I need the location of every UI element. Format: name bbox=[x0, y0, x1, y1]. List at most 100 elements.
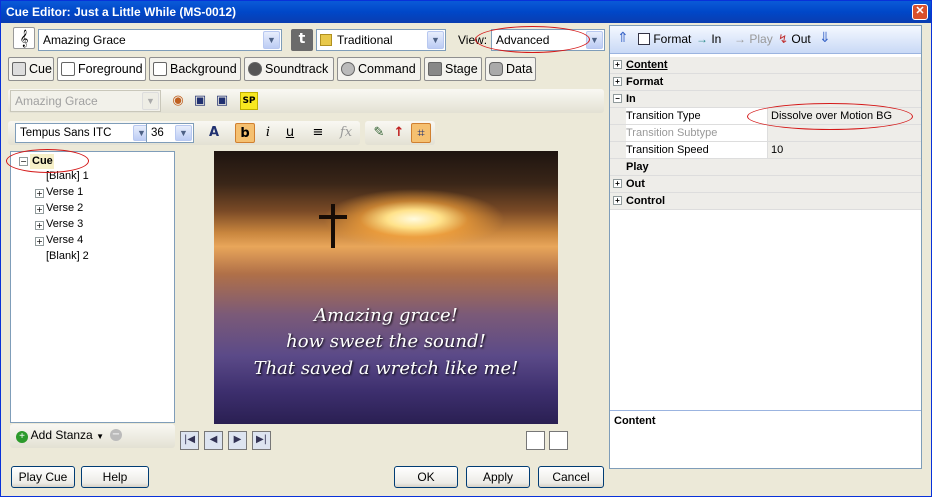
font-select[interactable]: Tempus Sans ITC ▼ bbox=[15, 123, 152, 143]
view-select[interactable]: Advanced ▼ bbox=[491, 29, 605, 51]
chevron-down-icon[interactable]: ▼ bbox=[263, 31, 280, 49]
expand-icon[interactable]: + bbox=[35, 189, 44, 198]
palette-icon[interactable]: ◉ bbox=[168, 91, 188, 111]
prop-category-play[interactable]: Play bbox=[610, 159, 921, 176]
tab-label: Data bbox=[506, 62, 533, 76]
ok-label: OK bbox=[417, 470, 435, 484]
add-icon: + bbox=[16, 431, 28, 443]
help-button[interactable]: Help bbox=[81, 466, 149, 488]
prop-name-label: Transition Type bbox=[626, 110, 701, 122]
prop-category-control[interactable]: + Control bbox=[610, 193, 921, 210]
prop-category-label: Control bbox=[626, 195, 666, 207]
in-button[interactable]: → In bbox=[696, 32, 721, 46]
prop-transition-speed[interactable]: Transition Speed 10 bbox=[610, 142, 921, 159]
ok-button[interactable]: OK bbox=[394, 466, 458, 488]
expand-icon[interactable]: + bbox=[613, 77, 622, 86]
cancel-label: Cancel bbox=[552, 470, 590, 484]
apply-button[interactable]: Apply bbox=[466, 466, 530, 488]
save-icon[interactable]: ▣ bbox=[190, 91, 210, 111]
font-size-select[interactable]: 36 ▼ bbox=[146, 123, 194, 143]
chevron-down-icon: ▼ bbox=[96, 432, 104, 441]
italic-button[interactable]: i bbox=[258, 123, 278, 143]
prop-category-format[interactable]: + Format bbox=[610, 74, 921, 91]
style-select[interactable]: Traditional ▼ bbox=[316, 29, 446, 51]
large-view-icon[interactable] bbox=[549, 431, 568, 450]
tab-soundtrack[interactable]: Soundtrack bbox=[244, 57, 334, 81]
add-stanza-button[interactable]: + Add Stanza ▼ bbox=[16, 428, 104, 443]
edit-toolbar: ✎ ↑ ⌗ bbox=[365, 121, 435, 145]
out-button[interactable]: ↯ Out bbox=[778, 32, 811, 46]
collapse-all-icon[interactable]: ⇑ bbox=[614, 30, 632, 48]
foreground-icon bbox=[61, 62, 75, 76]
expand-icon[interactable]: + bbox=[35, 221, 44, 230]
cancel-button[interactable]: Cancel bbox=[538, 466, 604, 488]
expand-all-icon[interactable]: ⇓ bbox=[816, 30, 834, 48]
play-cue-button[interactable]: Play Cue bbox=[11, 466, 75, 488]
tab-foreground[interactable]: Foreground bbox=[57, 57, 146, 81]
expand-icon[interactable]: + bbox=[613, 196, 622, 205]
tree-root-cue[interactable]: Cue bbox=[30, 154, 54, 169]
prev-slide-icon[interactable]: ◀ bbox=[204, 431, 223, 450]
collapse-icon[interactable]: − bbox=[19, 157, 28, 166]
tab-background[interactable]: Background bbox=[149, 57, 241, 81]
description-panel: Content bbox=[610, 410, 921, 468]
expand-icon[interactable]: + bbox=[35, 237, 44, 246]
list-item[interactable]: Verse 2 bbox=[46, 202, 83, 214]
list-item-label: [Blank] 1 bbox=[46, 170, 89, 182]
tab-data[interactable]: Data bbox=[485, 57, 536, 81]
list-item[interactable]: [Blank] 1 bbox=[46, 170, 89, 182]
text-style-icon[interactable]: t bbox=[291, 29, 313, 51]
expand-icon[interactable]: + bbox=[35, 205, 44, 214]
format-icon bbox=[638, 33, 650, 45]
cue-icon bbox=[12, 62, 26, 76]
prop-category-label: Play bbox=[626, 161, 649, 173]
cross-bar bbox=[319, 215, 347, 219]
save-as-icon[interactable]: ▣ bbox=[212, 91, 232, 111]
prop-category-out[interactable]: + Out bbox=[610, 176, 921, 193]
font-color-button[interactable]: A bbox=[204, 123, 224, 143]
chevron-down-icon[interactable]: ▼ bbox=[427, 31, 444, 49]
small-view-icon[interactable] bbox=[526, 431, 545, 450]
prop-transition-type[interactable]: Transition Type Dissolve over Motion BG bbox=[610, 108, 921, 125]
last-slide-icon[interactable]: ▶| bbox=[252, 431, 271, 450]
background-icon bbox=[153, 62, 167, 76]
list-item[interactable]: Verse 3 bbox=[46, 218, 83, 230]
arrow-up-icon[interactable]: ↑ bbox=[389, 123, 409, 143]
fit-icon[interactable]: ⌗ bbox=[411, 123, 431, 143]
first-slide-icon[interactable]: |◀ bbox=[180, 431, 199, 450]
list-item-label: Verse 1 bbox=[46, 186, 84, 198]
properties-pane: ⇑ Format → In → Play ↯ Out ⇓ + Content +… bbox=[609, 25, 922, 469]
prop-category-content[interactable]: + Content bbox=[610, 57, 921, 74]
spell-check-button[interactable]: SP bbox=[240, 92, 258, 110]
description-title: Content bbox=[614, 415, 656, 427]
expand-icon[interactable]: + bbox=[613, 179, 622, 188]
list-item[interactable]: Verse 1 bbox=[46, 186, 83, 198]
expand-icon[interactable]: + bbox=[613, 60, 622, 69]
collapse-icon[interactable]: − bbox=[613, 94, 622, 103]
list-item[interactable]: [Blank] 2 bbox=[46, 250, 89, 262]
slide-line: Amazing grace! bbox=[314, 305, 458, 326]
slide-line: That saved a wretch like me! bbox=[253, 358, 519, 379]
align-icon[interactable]: ≡ bbox=[308, 123, 328, 143]
prop-value: 10 bbox=[771, 144, 784, 156]
list-item[interactable]: Verse 4 bbox=[46, 234, 83, 246]
tab-label: Command bbox=[358, 62, 416, 76]
tab-command[interactable]: Command bbox=[337, 57, 421, 81]
underline-button[interactable]: u bbox=[280, 123, 300, 143]
chevron-down-icon[interactable]: ▼ bbox=[175, 125, 192, 141]
list-item-label: Verse 3 bbox=[46, 218, 84, 230]
play-label: Play bbox=[749, 32, 773, 46]
prop-category-in[interactable]: − In bbox=[610, 91, 921, 108]
song-select[interactable]: Amazing Grace ▼ bbox=[38, 29, 282, 51]
chevron-down-icon[interactable]: ▼ bbox=[586, 31, 603, 49]
bold-button[interactable]: b bbox=[235, 123, 255, 143]
tab-stage[interactable]: Stage bbox=[424, 57, 482, 81]
out-label: Out bbox=[791, 32, 811, 46]
song-icon: 𝄞 bbox=[13, 27, 35, 49]
close-icon[interactable]: ✕ bbox=[912, 4, 928, 20]
next-slide-icon[interactable]: ▶ bbox=[228, 431, 247, 450]
list-item-label: Verse 4 bbox=[46, 234, 84, 246]
format-button[interactable]: Format bbox=[638, 32, 691, 46]
edit-icon[interactable]: ✎ bbox=[369, 123, 389, 143]
tab-cue[interactable]: Cue bbox=[8, 57, 54, 81]
